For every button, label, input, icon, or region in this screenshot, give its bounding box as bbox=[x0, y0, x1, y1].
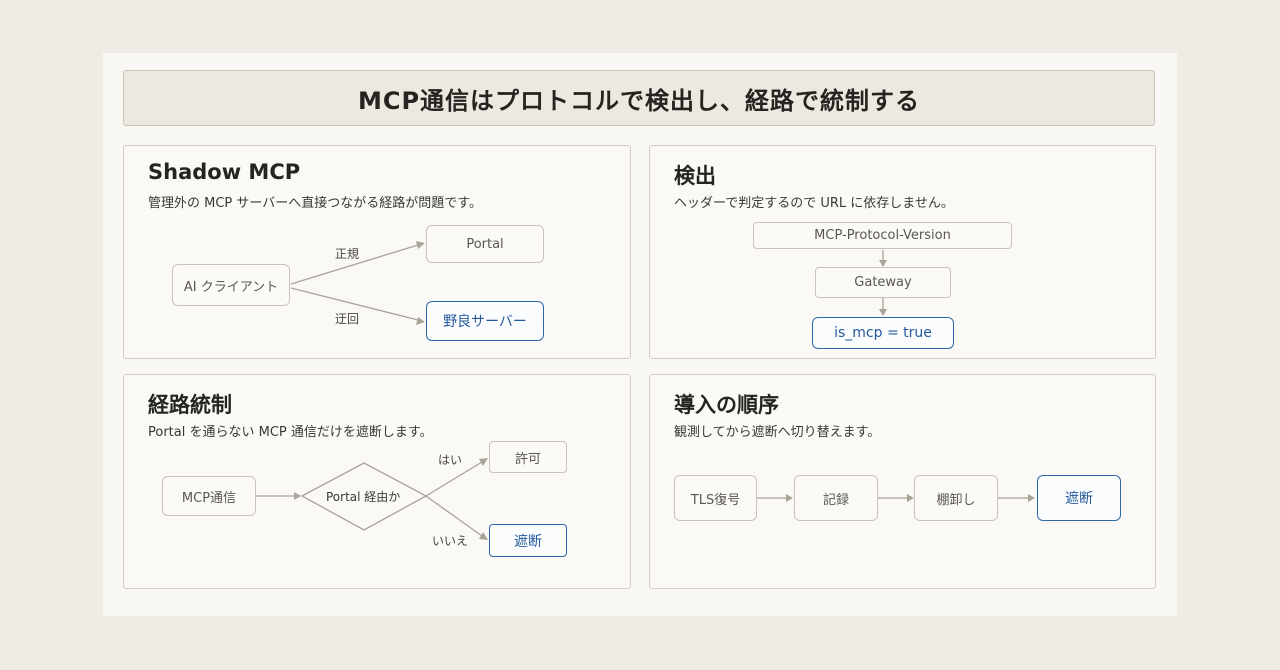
step-block: 遮断 bbox=[1037, 475, 1121, 521]
legit-route-label: 正規 bbox=[335, 247, 360, 261]
detection-desc: ヘッダーで判定するので URL に依存しません。 bbox=[674, 196, 954, 211]
shadow-mcp-desc: 管理外の MCP サーバーへ直接つながる経路が問題です。 bbox=[148, 196, 482, 211]
yes-branch-label: はい bbox=[438, 453, 463, 467]
protocol-header-node: MCP-Protocol-Version bbox=[753, 222, 1012, 249]
rollout-order-title: 導入の順序 bbox=[674, 393, 779, 417]
decision-label: Portal 経由か bbox=[326, 490, 401, 504]
gateway-node: Gateway bbox=[815, 267, 951, 298]
step-logging: 記録 bbox=[794, 475, 878, 521]
wild-server-node: 野良サーバー bbox=[426, 301, 544, 341]
page-title: MCP通信はプロトコルで検出し、経路で統制する bbox=[123, 70, 1155, 126]
rollout-order-panel: 導入の順序 観測してから遮断へ切り替えます。 TLS復号 記録 棚卸し 遮断 bbox=[649, 374, 1156, 589]
route-control-desc: Portal を通らない MCP 通信だけを遮断します。 bbox=[148, 425, 433, 440]
bypass-route-label: 迂回 bbox=[335, 312, 360, 326]
portal-node: Portal bbox=[426, 225, 544, 263]
route-control-panel: 経路統制 Portal を通らない MCP 通信だけを遮断します。 MCP通信 … bbox=[123, 374, 631, 589]
is-mcp-result-node: is_mcp = true bbox=[812, 317, 954, 349]
block-node: 遮断 bbox=[489, 524, 567, 557]
mcp-traffic-node: MCP通信 bbox=[162, 476, 256, 516]
shadow-mcp-panel: Shadow MCP 管理外の MCP サーバーへ直接つながる経路が問題です。 … bbox=[123, 145, 631, 359]
ai-client-node: AI クライアント bbox=[172, 264, 290, 306]
step-inventory: 棚卸し bbox=[914, 475, 998, 521]
step-tls-decrypt: TLS復号 bbox=[674, 475, 757, 521]
detection-title: 検出 bbox=[674, 164, 716, 188]
rollout-order-desc: 観測してから遮断へ切り替えます。 bbox=[674, 425, 881, 440]
no-branch-label: いいえ bbox=[432, 534, 469, 548]
detection-panel: 検出 ヘッダーで判定するので URL に依存しません。 MCP-Protocol… bbox=[649, 145, 1156, 359]
allow-node: 許可 bbox=[489, 441, 567, 473]
route-control-title: 経路統制 bbox=[148, 393, 232, 417]
shadow-mcp-title: Shadow MCP bbox=[148, 160, 301, 184]
